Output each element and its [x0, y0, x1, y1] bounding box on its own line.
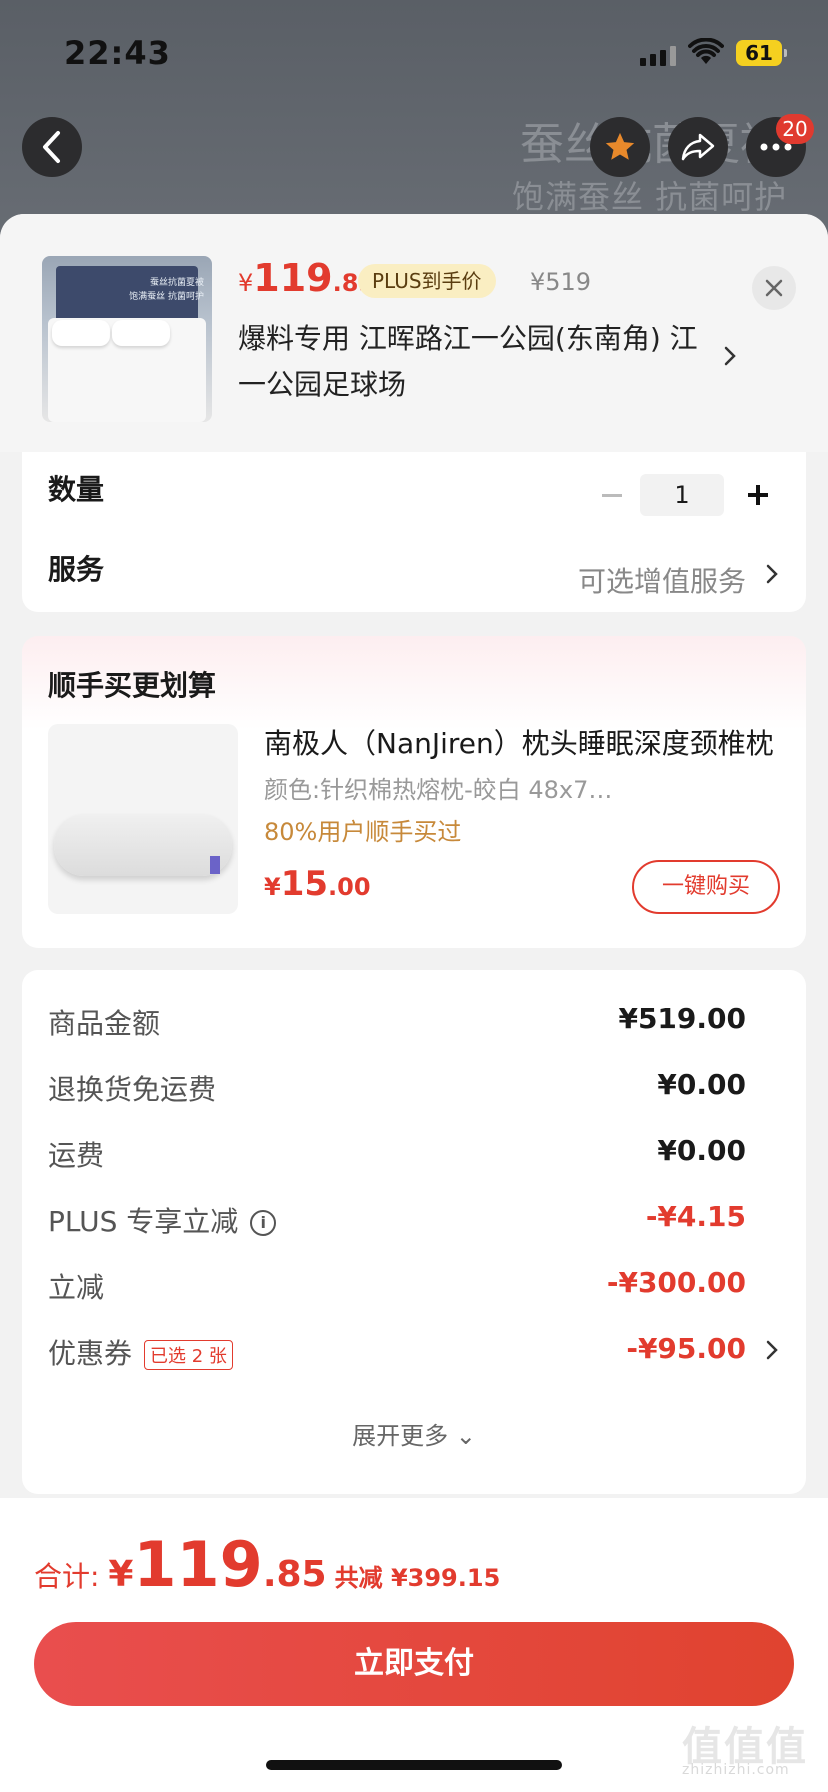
summary-row-value: ¥0.00: [657, 1068, 746, 1101]
original-price: ¥519: [530, 268, 592, 296]
close-button[interactable]: [752, 266, 796, 310]
coupon-row[interactable]: 优惠券 已选 2 张 -¥95.00: [22, 1326, 806, 1376]
one-click-buy-button[interactable]: 一键购买: [632, 860, 780, 914]
chevron-right-icon: [724, 346, 736, 366]
summary-row: 立减 -¥300.00: [22, 1260, 806, 1310]
info-icon[interactable]: i: [250, 1210, 277, 1236]
increase-quantity-button[interactable]: [742, 480, 772, 510]
quantity-input[interactable]: 1: [640, 474, 724, 516]
background-product-subtitle: 饱满蚕丝 抗菌呵护: [512, 178, 788, 216]
options-card: 数量 1 服务 可选增值服务: [22, 452, 806, 612]
status-time: 22:43: [64, 34, 171, 72]
wifi-icon: [688, 38, 724, 64]
recommendation-title: 顺手买更划算: [48, 669, 217, 702]
status-bar: 22:43 61: [0, 32, 828, 76]
summary-row: 运费 ¥0.00: [22, 1128, 806, 1178]
decrease-quantity-button[interactable]: [602, 494, 622, 497]
summary-row-label: 运费: [48, 1139, 105, 1172]
product-summary: 蚕丝抗菌夏被饱满蚕丝 抗菌呵护 ¥119.85 PLUS到手价 ¥519 爆料专…: [0, 214, 828, 452]
service-label: 服务: [48, 553, 105, 586]
summary-row-value: -¥4.15: [645, 1200, 746, 1233]
watermark-url: zhizhizhi.com: [682, 1762, 790, 1778]
share-button[interactable]: [668, 117, 728, 177]
close-icon: [765, 279, 783, 297]
plus-price-tag: PLUS到手价: [358, 264, 496, 298]
total-saved: 共减 ¥399.15: [334, 1564, 501, 1592]
share-icon: [681, 133, 715, 161]
message-count-badge: 20: [776, 114, 814, 144]
cellular-signal-icon: [640, 46, 676, 66]
back-button[interactable]: [22, 117, 82, 177]
background-product-title: 蚕丝抗菌夏被: [520, 119, 784, 170]
checkout-bar: 合计: ¥119.85 共减 ¥399.15 立即支付 值值值 zhizhizhi…: [0, 1498, 828, 1792]
summary-row-label: 优惠券: [48, 1337, 133, 1370]
more-dots-icon: [760, 143, 792, 151]
coupon-selected-tag: 已选 2 张: [144, 1340, 233, 1370]
thumbnail-caption-2: 饱满蚕丝 抗菌呵护: [129, 292, 204, 302]
price-summary-card: 商品金额 ¥519.00 退换货免运费 ¥0.00 运费 ¥0.00 PLUS …: [22, 970, 806, 1494]
order-total: 合计: ¥119.85 共减 ¥399.15: [34, 1528, 501, 1601]
product-price: ¥119.85: [238, 256, 376, 300]
chevron-right-icon: [766, 564, 778, 584]
summary-row: 退换货免运费 ¥0.00: [22, 1062, 806, 1112]
battery-icon: 61: [736, 40, 787, 66]
pay-now-button[interactable]: 立即支付: [34, 1622, 794, 1706]
recommendation-card: 顺手买更划算 南极人（NanJiren）枕头睡眠深度颈椎枕 颜色:针织棉热熔枕-…: [22, 636, 806, 948]
recommended-product-image[interactable]: [48, 724, 238, 914]
product-thumbnail: 蚕丝抗菌夏被饱满蚕丝 抗菌呵护: [42, 256, 212, 422]
service-value[interactable]: 可选增值服务: [578, 560, 746, 600]
summary-row-value: -¥300.00: [606, 1266, 746, 1299]
summary-row-label: 商品金额: [48, 1007, 161, 1040]
favorite-button[interactable]: [590, 117, 650, 177]
chevron-right-icon: [766, 1340, 778, 1360]
summary-row: PLUS 专享立减 i -¥4.15: [22, 1194, 806, 1244]
thumbnail-caption-1: 蚕丝抗菌夏被: [149, 278, 204, 288]
chevron-left-icon: [43, 131, 60, 163]
summary-row-label: 立减: [48, 1271, 105, 1304]
quantity-label: 数量: [48, 473, 105, 506]
home-indicator: [266, 1760, 562, 1770]
recommended-product-bought-rate: 80%用户顺手买过: [264, 818, 462, 846]
summary-row-value: ¥519.00: [618, 1002, 746, 1035]
recommended-product-price: ¥15.00: [264, 864, 371, 904]
summary-row-label: 退换货免运费: [48, 1073, 217, 1106]
delivery-address[interactable]: 爆料专用 江晖路江一公园(东南角) 江一公园足球场: [238, 316, 718, 408]
summary-row-value: ¥0.00: [657, 1134, 746, 1167]
summary-row-label: PLUS 专享立减: [48, 1205, 239, 1238]
recommended-product-name[interactable]: 南极人（NanJiren）枕头睡眠深度颈椎枕: [264, 722, 784, 762]
expand-more-button[interactable]: 展开更多 ⌄: [22, 1416, 806, 1451]
recommended-product-attributes: 颜色:针织棉热熔枕-皎白 48x74cm: [264, 776, 624, 804]
summary-row: 商品金额 ¥519.00: [22, 996, 806, 1046]
summary-row-value: -¥95.00: [626, 1332, 746, 1365]
star-icon: [605, 132, 635, 160]
